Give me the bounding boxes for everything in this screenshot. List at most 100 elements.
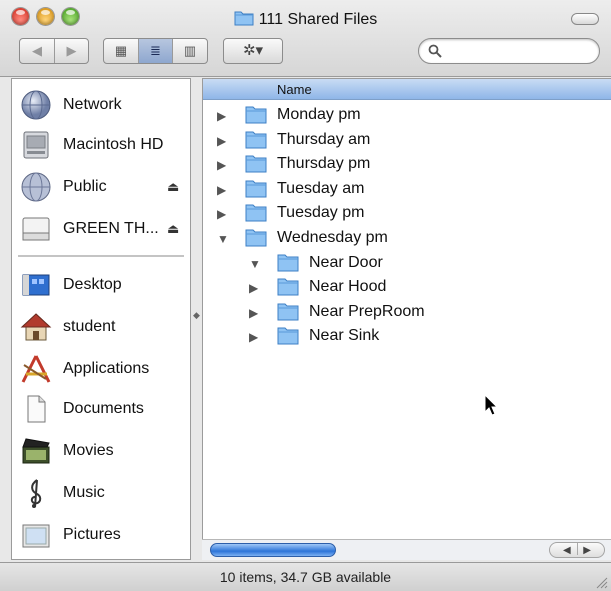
sidebar-item-green-th[interactable]: GREEN TH... ⏏	[12, 209, 190, 249]
shared-volume-icon	[21, 172, 51, 202]
scroll-left-button[interactable]: ◀	[563, 545, 571, 556]
back-button[interactable]: ◀	[20, 39, 54, 63]
forward-arrow-icon: ▶	[66, 43, 77, 58]
name-column-header[interactable]: Name	[203, 79, 611, 100]
title-toolbar: 111 Shared Files ◀ ▶ ▦ ≣ ▥ ✲▾	[0, 0, 611, 77]
documents-icon	[27, 395, 46, 423]
list-item[interactable]: ▶ Tuesday am	[203, 177, 611, 201]
scroll-right-button[interactable]: ▶	[583, 545, 591, 556]
disclosure-triangle-closed-icon[interactable]: ▶	[249, 281, 258, 295]
list-item[interactable]: ▼ Wednesday pm	[203, 226, 611, 250]
sidebar-item-pictures[interactable]: Pictures	[12, 515, 190, 555]
movies-icon	[22, 438, 50, 464]
list-item-label: Thursday am	[277, 130, 371, 148]
sidebar-item-label: GREEN TH...	[63, 220, 159, 237]
icon-view-button[interactable]: ▦	[104, 39, 138, 63]
disclosure-triangle-closed-icon[interactable]: ▶	[217, 183, 226, 197]
sidebar-item-macintosh-hd[interactable]: Macintosh HD	[12, 125, 190, 165]
home-icon	[20, 313, 52, 341]
list-item[interactable]: ▶ Thursday pm	[203, 152, 611, 176]
music-icon	[30, 479, 42, 508]
sidebar-item-label: Network	[63, 96, 122, 113]
view-switcher: ▦ ≣ ▥	[103, 38, 208, 64]
eject-icon[interactable]: ⏏	[167, 179, 179, 195]
list-item-label: Near Door	[309, 253, 383, 271]
sidebar-item-documents[interactable]: Documents	[12, 389, 190, 429]
scrollbar-thumb[interactable]	[210, 543, 336, 557]
back-forward-control: ◀ ▶	[19, 38, 89, 64]
list-item[interactable]: ▶ Near Sink	[203, 324, 611, 348]
icon-view-icon: ▦	[114, 43, 128, 58]
list-item[interactable]: ▶ Monday pm	[203, 103, 611, 127]
resize-grip-icon[interactable]	[594, 575, 608, 589]
pictures-icon	[22, 524, 50, 548]
disclosure-triangle-closed-icon[interactable]: ▶	[217, 158, 226, 172]
column-view-icon: ▥	[183, 43, 197, 58]
folder-icon	[245, 229, 267, 247]
disclosure-triangle-closed-icon[interactable]: ▶	[249, 330, 258, 344]
sidebar-item-label: Desktop	[63, 276, 122, 293]
sidebar-item-label: Pictures	[63, 526, 121, 543]
folder-icon	[277, 254, 299, 272]
sidebar-item-public[interactable]: Public ⏏	[12, 167, 190, 207]
back-arrow-icon: ◀	[32, 43, 42, 58]
window-title-text: 111 Shared Files	[258, 11, 378, 28]
network-globe-icon	[21, 90, 51, 120]
folder-icon	[277, 303, 299, 321]
sidebar-item-music[interactable]: Music	[12, 473, 190, 513]
window-title: 111 Shared Files	[0, 9, 611, 29]
action-menu-button[interactable]: ✲▾	[223, 38, 283, 64]
list-item-label: Near Hood	[309, 278, 387, 296]
sidebar-item-network[interactable]: Network	[12, 85, 190, 125]
list-item[interactable]: ▶ Near PrepRoom	[203, 300, 611, 324]
list-item-label: Tuesday am	[277, 179, 365, 197]
hard-drive-icon	[23, 131, 49, 159]
horizontal-scrollbar[interactable]: ◀ ▶	[202, 539, 611, 560]
column-view-button[interactable]: ▥	[172, 39, 207, 63]
disclosure-triangle-closed-icon[interactable]: ▶	[249, 306, 258, 320]
list-item-label: Near PrepRoom	[309, 302, 425, 320]
list-item-label: Near Sink	[309, 327, 380, 345]
scroll-arrows: ◀ ▶	[549, 542, 605, 558]
search-field[interactable]	[418, 38, 600, 64]
sidebar-item-desktop[interactable]: Desktop	[12, 265, 190, 305]
sidebar-item-applications[interactable]: Applications	[12, 349, 190, 389]
disclosure-triangle-closed-icon[interactable]: ▶	[217, 207, 226, 221]
list-item-label: Thursday pm	[277, 155, 371, 173]
disclosure-triangle-open-icon[interactable]: ▼	[249, 257, 261, 271]
sidebar-divider	[18, 255, 184, 257]
finder-window: 111 Shared Files ◀ ▶ ▦ ≣ ▥ ✲▾ Network Ma…	[0, 0, 611, 591]
sidebar-item-student[interactable]: student	[12, 307, 190, 347]
list-item-label: Tuesday pm	[277, 204, 365, 222]
sidebar-item-movies[interactable]: Movies	[12, 431, 190, 471]
folder-icon	[245, 204, 267, 222]
list-item[interactable]: ▶ Tuesday pm	[203, 201, 611, 225]
sidebar-item-label: Movies	[63, 442, 114, 459]
column-header-label: Name	[277, 82, 312, 97]
file-list: Name ▶ Monday pm ▶ Thursday am ▶ Thursday pm ▶…	[202, 78, 611, 560]
sidebar-splitter-handle[interactable]: ◆	[193, 310, 200, 321]
folder-icon	[245, 155, 267, 173]
list-item[interactable]: ▶ Thursday am	[203, 128, 611, 152]
folder-icon	[277, 278, 299, 296]
list-item[interactable]: ▶ Near Hood	[203, 275, 611, 299]
list-item-label: Monday pm	[277, 106, 361, 123]
folder-icon	[245, 106, 267, 124]
disclosure-triangle-closed-icon[interactable]: ▶	[217, 134, 226, 148]
search-input[interactable]	[449, 42, 593, 62]
applications-icon	[21, 355, 51, 383]
disclosure-triangle-open-icon[interactable]: ▼	[217, 232, 229, 246]
sidebar-item-label: Documents	[63, 400, 144, 417]
status-text: 10 items, 34.7 GB available	[219, 569, 392, 585]
toolbar-toggle-button[interactable]	[571, 13, 599, 25]
external-drive-icon	[22, 217, 50, 241]
magnifier-icon	[428, 44, 442, 58]
sidebar-item-label: Applications	[63, 360, 150, 377]
disclosure-triangle-closed-icon[interactable]: ▶	[217, 109, 226, 123]
sidebar-item-label: Macintosh HD	[63, 136, 164, 153]
forward-button[interactable]: ▶	[54, 39, 88, 63]
list-item[interactable]: ▼ Near Door	[203, 251, 611, 275]
desktop-icon	[22, 274, 50, 296]
list-view-button[interactable]: ≣	[138, 39, 172, 63]
eject-icon[interactable]: ⏏	[167, 221, 179, 237]
